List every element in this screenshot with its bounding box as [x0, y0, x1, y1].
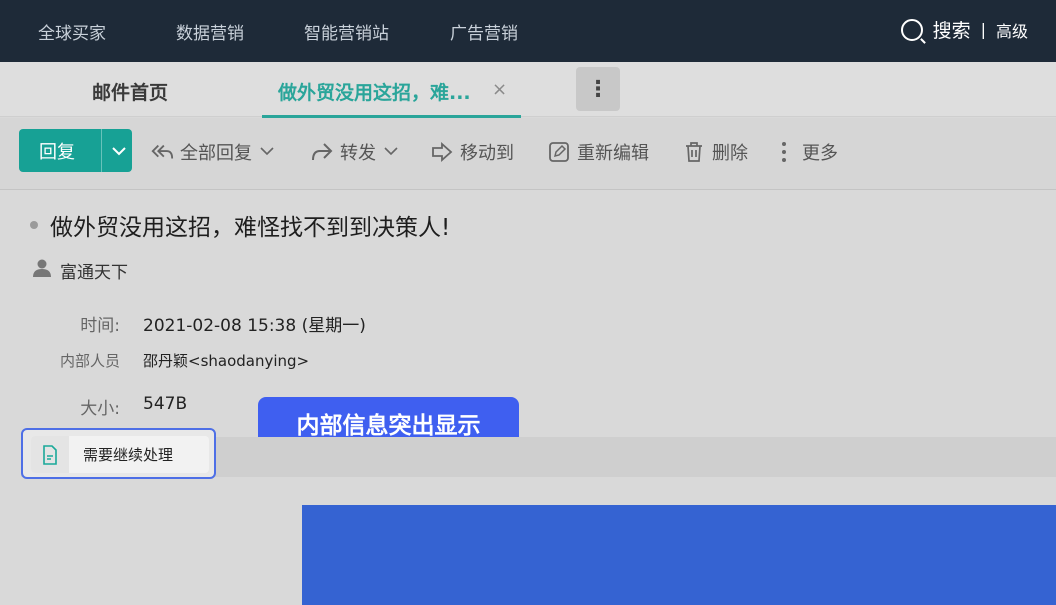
- mail-toolbar: 回复 全部回复 转发 移动到 重新编辑 删除 更多: [0, 118, 1056, 190]
- move-to-button[interactable]: 移动到: [430, 139, 514, 165]
- reedit-label: 重新编辑: [577, 143, 649, 164]
- user-icon: [32, 258, 52, 283]
- size-label: 大小:: [80, 399, 120, 419]
- nav-item-global-buyers[interactable]: 全球买家: [38, 19, 106, 44]
- mail-sender[interactable]: 富通天下: [32, 258, 128, 283]
- tab-current-mail[interactable]: 做外贸没用这招，难...: [278, 78, 471, 105]
- move-to-label: 移动到: [460, 143, 514, 164]
- tab-bar: 邮件首页 做外贸没用这招，难... ×: [0, 62, 1056, 118]
- chevron-down-icon[interactable]: [101, 129, 126, 172]
- search-divider: |: [980, 20, 986, 39]
- delete-button[interactable]: 删除: [682, 139, 748, 165]
- tab-more-button[interactable]: ⋮: [576, 67, 620, 111]
- reply-all-button[interactable]: 全部回复: [150, 139, 274, 165]
- follow-up-tag-label[interactable]: 需要继续处理: [83, 444, 173, 465]
- advanced-search-link[interactable]: 高级: [996, 18, 1028, 42]
- reply-all-label: 全部回复: [180, 143, 252, 164]
- forward-button[interactable]: 转发: [310, 139, 398, 165]
- delete-label: 删除: [712, 143, 748, 164]
- reply-label[interactable]: 回复: [39, 138, 101, 164]
- internal-staff-value[interactable]: 邵丹颖<shaodanying>: [143, 350, 309, 371]
- time-label: 时间:: [80, 316, 120, 336]
- nav-item-ad-marketing[interactable]: 广告营销: [450, 19, 518, 44]
- sender-name[interactable]: 富通天下: [60, 258, 128, 283]
- time-value: 2021-02-08 15:38 (星期一): [143, 316, 366, 336]
- forward-label: 转发: [340, 143, 376, 164]
- internal-staff-label: 内部人员: [59, 352, 120, 370]
- nav-item-smart-marketing-site[interactable]: 智能营销站: [304, 19, 389, 44]
- tab-mail-home[interactable]: 邮件首页: [92, 78, 168, 105]
- unread-dot: [30, 221, 38, 229]
- forward-icon: [310, 140, 334, 164]
- document-icon: [31, 436, 69, 473]
- nav-item-data-marketing[interactable]: 数据营销: [176, 19, 244, 44]
- more-button[interactable]: 更多: [772, 139, 838, 165]
- more-vertical-icon: [772, 140, 796, 164]
- chevron-down-icon[interactable]: [384, 145, 398, 159]
- follow-up-tag[interactable]: 需要继续处理: [21, 428, 216, 479]
- reply-all-icon: [150, 140, 174, 164]
- tab-close-icon[interactable]: ×: [492, 79, 507, 100]
- reedit-button[interactable]: 重新编辑: [547, 139, 649, 165]
- follow-up-tag-inner[interactable]: 需要继续处理: [31, 436, 209, 473]
- search-area[interactable]: 搜索 | 高级: [900, 16, 1028, 43]
- trash-icon: [682, 140, 706, 164]
- mail-subject: 做外贸没用这招，难怪找不到到决策人!: [50, 215, 451, 241]
- chevron-down-icon[interactable]: [260, 145, 274, 159]
- mail-body-banner: [302, 505, 1056, 605]
- edit-icon: [547, 140, 571, 164]
- arrow-right-icon: [430, 140, 454, 164]
- search-icon[interactable]: [900, 18, 923, 41]
- top-nav: 全球买家 数据营销 智能营销站 广告营销 搜索 | 高级: [0, 0, 1056, 62]
- reply-button[interactable]: 回复: [19, 129, 132, 172]
- search-label[interactable]: 搜索: [933, 16, 971, 43]
- size-value: 547B: [143, 394, 188, 414]
- more-label: 更多: [802, 143, 838, 164]
